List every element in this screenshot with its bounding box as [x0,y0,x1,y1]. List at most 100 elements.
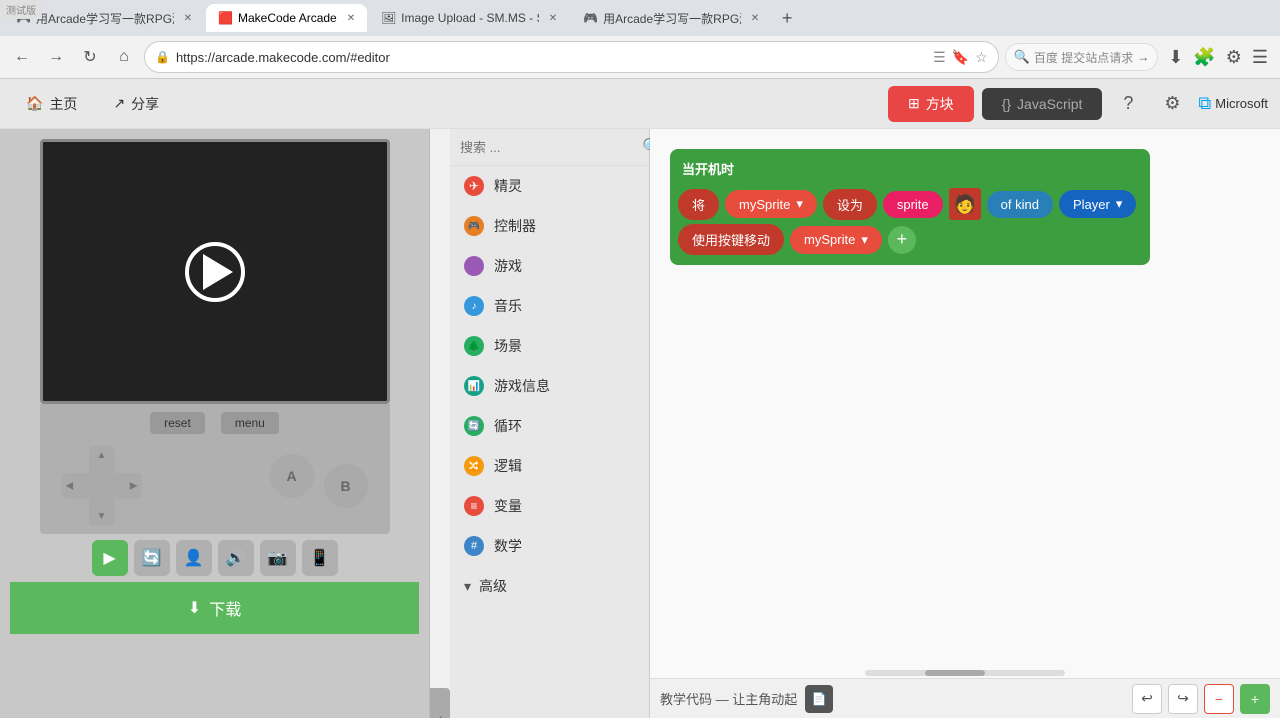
mysprite2-dropdown[interactable]: mySprite ▾ [790,226,882,254]
tutorial-text: 教学代码 — 让主角动起 [660,689,797,708]
undo-button[interactable]: ↩ [1132,684,1162,714]
cat-dot-jing-ling: ✈ [464,176,484,196]
dpad-down-icon[interactable]: ▼ [97,511,107,522]
category-kong-zhi-qi[interactable]: 🎮 控制器 [450,206,649,246]
settings-nav-button[interactable]: ⚙ [1154,86,1190,122]
category-shu-xue[interactable]: # 数学 [450,526,649,566]
redo-button[interactable]: ↪ [1168,684,1198,714]
sprite-image-icon[interactable]: 🧑 [949,188,981,220]
menu-browser-icon[interactable]: ☰ [1248,43,1272,72]
browser-chrome: 🎮 用Arcade学习写一款RPG游... ✕ 🟥 MakeCode Arcad… [0,0,1280,79]
star-icon[interactable]: ☆ [975,49,988,66]
play-tool-button[interactable]: ▶ [92,540,128,576]
search-bar[interactable]: 🔍 百度 提交站点请求 → [1005,43,1159,71]
zoom-out-button[interactable]: − [1204,684,1234,714]
new-tab-button[interactable]: + [773,4,801,32]
category-yin-yue[interactable]: ♪ 音乐 [450,286,649,326]
jiang-block: 将 [678,189,719,220]
search-go-icon[interactable]: → [1137,50,1149,64]
category-jing-ling[interactable]: ✈ 精灵 [450,166,649,206]
screenshot-tool-button[interactable]: 📷 [260,540,296,576]
refresh-button[interactable]: ↻ [76,43,104,71]
share-label: 分享 [131,94,159,114]
cat-label-gao-ji: 高级 [479,576,507,596]
tab-favicon-3: 🖼 [381,11,395,25]
code-blocks-area: 当开机时 将 mySprite ▾ 设为 [670,149,1150,265]
category-gao-ji[interactable]: ▾ 高级 [450,566,649,606]
tutorial-doc-icon[interactable]: 📄 [805,685,833,713]
cat-label-bian-liang: 变量 [494,496,522,516]
toolbar-icons: ⬇ 🧩 ⚙ ☰ [1164,43,1272,72]
category-luo-ji[interactable]: 🔀 逻辑 [450,446,649,486]
download-button[interactable]: ⬇ 下载 [10,582,419,634]
help-button[interactable]: ? [1110,86,1146,122]
microsoft-logo: ⧉ Microsoft [1198,93,1268,114]
cat-label-shu-xue: 数学 [494,536,522,556]
share-button[interactable]: ↗ 分享 [99,88,173,120]
b-button[interactable]: B [324,464,368,508]
mysprite2-var-label: mySprite [804,232,855,247]
cat-dot-you-xi-xin-xi: 📊 [464,376,484,396]
cat-dot-you-xi [464,256,484,276]
tab-rpg2[interactable]: 🎮 用Arcade学习写一款RPG游... ✕ [571,4,771,32]
cat-label-chang-jing: 场景 [494,336,522,356]
add-block-button[interactable]: + [888,226,916,254]
dpad-left-icon[interactable]: ◀ [66,481,74,492]
category-xun-huan[interactable]: 🔄 循环 [450,406,649,446]
home-browser-button[interactable]: ⌂ [110,43,138,71]
tab-label-1: 用Arcade学习写一款RPG游... [36,10,174,27]
fullscreen-tool-button[interactable]: 📱 [302,540,338,576]
mysprite-dropdown[interactable]: mySprite ▾ [725,190,817,218]
search-bar-blocks: 🔍 [450,129,649,166]
home-icon: 🏠 [26,95,43,112]
download-browser-icon[interactable]: ⬇ [1164,43,1187,72]
dpad-up-icon[interactable]: ▲ [97,450,107,461]
reset-button[interactable]: reset [150,412,205,434]
collapse-panel-button[interactable]: ‹ [430,688,450,718]
tab-favicon-2: 🟥 [218,11,232,25]
tab-makecode[interactable]: 🟥 MakeCode Arcade ✕ [206,4,367,32]
a-button[interactable]: A [270,454,314,498]
workspace: 当开机时 将 mySprite ▾ 设为 [650,129,1280,718]
download-icon: ⬇ [188,598,201,618]
restart-tool-button[interactable]: 🔄 [134,540,170,576]
cat-label-luo-ji: 逻辑 [494,456,522,476]
mysprite-var-label: mySprite [739,197,790,212]
workspace-bottom-bar: 教学代码 — 让主角动起 📄 ↩ ↪ − [650,678,1280,718]
home-nav-button[interactable]: 🏠 主页 [12,88,91,120]
workspace-actions: ↩ ↪ − + [1132,684,1270,714]
sound-tool-button[interactable]: 🔊 [218,540,254,576]
sprite-type-block[interactable]: sprite [883,191,943,218]
right-panel: 当开机时 将 mySprite ▾ 设为 [650,129,1280,718]
dpad-ab-row: ▲ ▼ ◀ ▶ A B [52,446,378,526]
tab-close-2[interactable]: ✕ [347,13,355,24]
js-mode-button[interactable]: {} JavaScript [982,88,1103,120]
debug-tool-button[interactable]: 👤 [176,540,212,576]
settings-nav-icon: ⚙ [1164,93,1180,114]
search-blocks-input[interactable] [460,140,636,155]
category-bian-liang[interactable]: ≡ 变量 [450,486,649,526]
tab-close-3[interactable]: ✕ [549,13,557,24]
player-dropdown[interactable]: Player ▾ [1059,190,1136,218]
tab-close-4[interactable]: ✕ [751,13,759,24]
mysprite-chevron-icon: ▾ [796,196,803,212]
settings-browser-icon[interactable]: ⚙ [1222,43,1246,72]
zoom-in-button[interactable]: + [1240,684,1270,714]
horizontal-scrollbar[interactable] [865,670,1065,676]
lock-icon: 🔒 [155,50,170,64]
back-button[interactable]: ← [8,43,36,71]
forward-button[interactable]: → [42,43,70,71]
address-input[interactable]: 🔒 https://arcade.makecode.com/#editor ☰ … [144,41,999,73]
block-mode-button[interactable]: ⊞ 方块 [888,86,974,122]
pocket-icon[interactable]: 🔖 [952,49,969,66]
category-you-xi-xin-xi[interactable]: 📊 游戏信息 [450,366,649,406]
play-overlay-button[interactable] [185,242,245,302]
category-you-xi[interactable]: 游戏 [450,246,649,286]
move-sprite-row: 使用按键移动 mySprite ▾ + [678,224,1142,255]
extensions-browser-icon[interactable]: 🧩 [1189,43,1219,72]
menu-button[interactable]: menu [221,412,279,434]
tab-close-1[interactable]: ✕ [184,13,192,24]
dpad-right-icon[interactable]: ▶ [130,481,138,492]
tab-image[interactable]: 🖼 Image Upload - SM.MS - Simp... ✕ [369,4,569,32]
category-chang-jing[interactable]: 🌲 场景 [450,326,649,366]
